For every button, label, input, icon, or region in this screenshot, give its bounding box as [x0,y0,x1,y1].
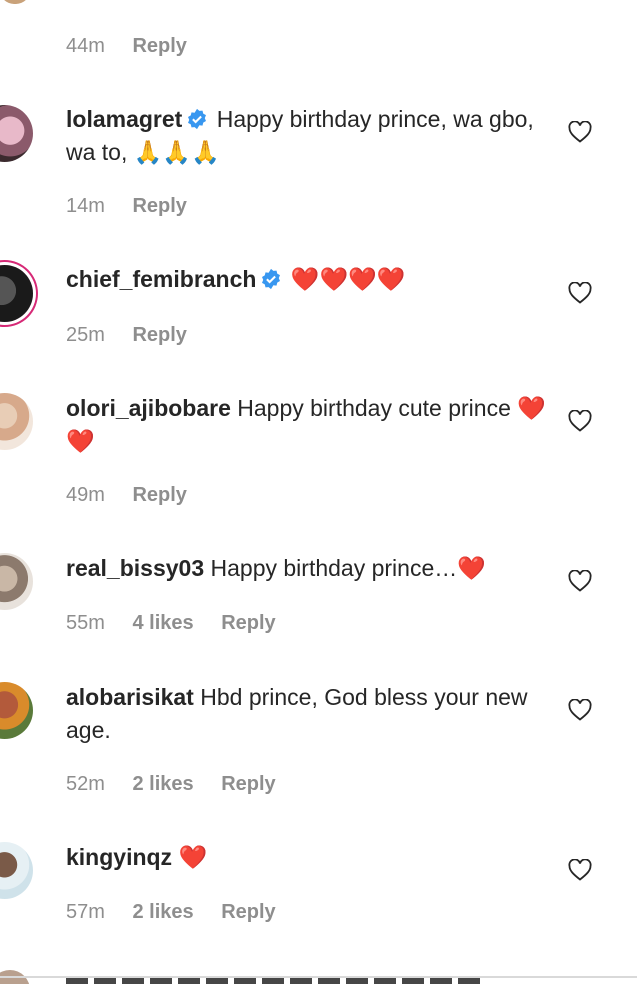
comment-text-block: chief_femibranch ❤️❤️❤️❤️ [66,263,546,296]
comment-text-block: real_bissy03 Happy birthday prince…❤️ [66,552,546,585]
comment-time: 44m [66,35,105,57]
verified-badge-icon [262,268,281,290]
reply-button[interactable]: Reply [132,324,186,346]
comment-meta: 57m 2 likes Reply [66,901,276,924]
comment-meta: 49m Reply [66,484,187,507]
comment-time: 57m [66,901,105,923]
heart-outline-icon[interactable] [568,282,592,304]
comment-time: 14m [66,195,105,217]
reply-button[interactable]: Reply [221,773,275,795]
likes-count[interactable]: 2 likes [132,901,193,923]
comment-meta: 25m Reply [66,324,187,347]
comment-time: 52m [66,773,105,795]
comment-body: Happy birthday prince…❤️ [210,555,486,581]
comment-time: 25m [66,324,105,346]
comment-text-block: alobarisikat Hbd prince, God bless your … [66,681,546,747]
verified-badge-icon [188,108,207,130]
heart-outline-icon[interactable] [568,859,592,881]
reply-button[interactable]: Reply [221,901,275,923]
comment-meta: 55m 4 likes Reply [66,612,276,635]
comment-body: ❤️ [178,844,208,870]
comment-body: ❤️❤️❤️❤️ [290,266,406,292]
comment-meta: 14m Reply [66,195,187,218]
heart-outline-icon[interactable] [568,410,592,432]
likes-count[interactable]: 4 likes [132,612,193,634]
avatar[interactable] [0,553,33,610]
username[interactable]: real_bissy03 [66,555,204,581]
avatar[interactable] [0,393,33,450]
comment-text-block: kingyinqz ❤️ [66,841,546,874]
avatar[interactable] [0,265,33,322]
avatar[interactable] [0,105,33,162]
heart-outline-icon[interactable] [568,570,592,592]
scroll-divider [0,976,637,978]
username[interactable]: olori_ajibobare [66,395,231,421]
username[interactable]: lolamagret [66,106,182,132]
comment-time: 49m [66,484,105,506]
heart-outline-icon[interactable] [568,121,592,143]
reply-button[interactable]: Reply [132,195,186,217]
top-avatar-fragment [0,0,30,4]
username[interactable]: alobarisikat [66,684,194,710]
reply-button[interactable]: Reply [132,484,186,506]
comment-text-block: olori_ajibobare Happy birthday cute prin… [66,392,546,458]
username[interactable]: chief_femibranch [66,266,256,292]
likes-count[interactable]: 2 likes [132,773,193,795]
comment-text-block: lolamagret Happy birthday prince, wa gbo… [66,103,546,169]
reply-button[interactable]: Reply [132,35,186,57]
username[interactable]: kingyinqz [66,844,172,870]
reply-button[interactable]: Reply [221,612,275,634]
comment-time: 55m [66,612,105,634]
avatar[interactable] [0,842,33,899]
comment-meta: 52m 2 likes Reply [66,773,276,796]
comment-meta: 44m Reply [66,35,187,58]
heart-outline-icon[interactable] [568,699,592,721]
avatar[interactable] [0,682,33,739]
